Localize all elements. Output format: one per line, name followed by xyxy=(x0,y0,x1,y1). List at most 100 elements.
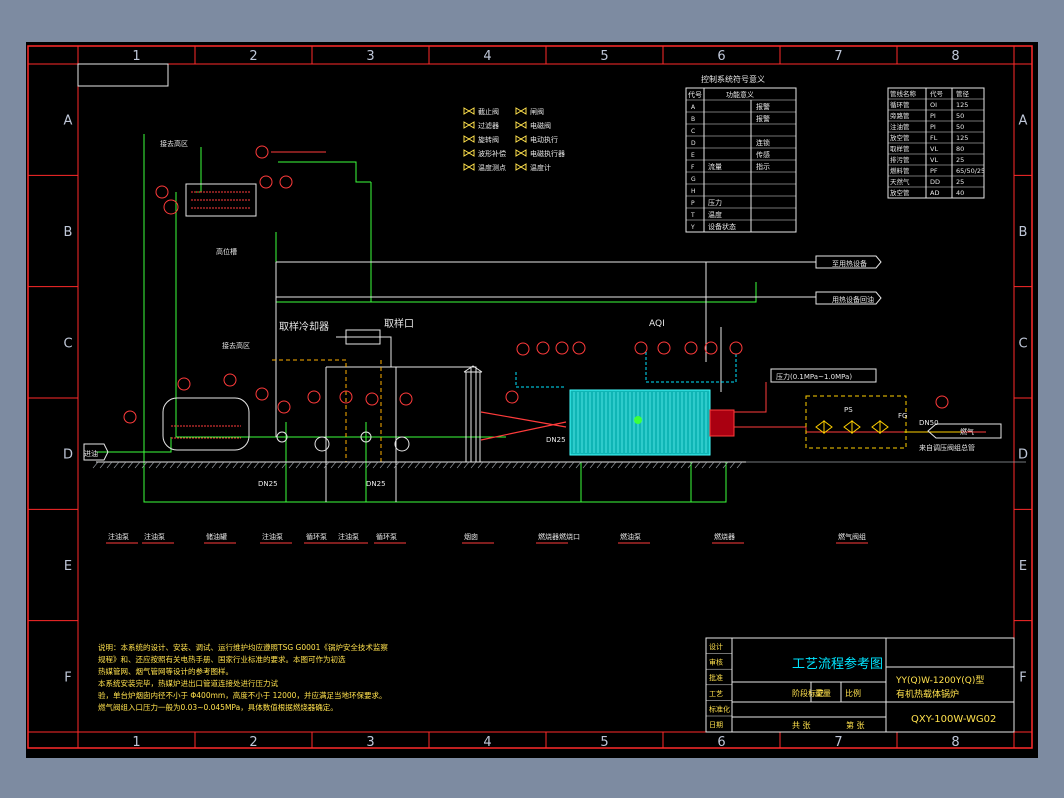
label-dn25-c: DN25 xyxy=(546,436,566,444)
ground-hatch xyxy=(92,461,743,469)
instrument-bubble xyxy=(657,341,671,355)
label-cao-fang-qu-top: 接去高区 xyxy=(160,139,188,148)
pipe-table-cell: 25 xyxy=(956,178,964,186)
note-line: 燃气阀组入口压力一般为0.03~0.045MPa，具体数值根据燃烧器确定。 xyxy=(98,702,338,712)
pipe-table-cell: 25 xyxy=(956,156,964,164)
equipment-caption: 燃烧器 xyxy=(714,532,735,541)
pipe-table-cell: PI xyxy=(930,112,936,120)
notes-block: 说明：本系统的设计、安装、调试、运行维护均应遵照TSG G0001《锅炉安全技术… xyxy=(98,642,388,712)
valve-legend: 截止阀 闸阀过滤器 电磁阀旋转阀 电动执行波形补偿 电磁执行器温度测点 温度计 xyxy=(463,107,565,172)
instrument-bubble xyxy=(536,341,550,355)
note-line: 本系统安装完毕，热媒炉进出口管道连接处进行压力试 xyxy=(98,678,278,688)
equipment-caption: 燃气阀组 xyxy=(838,532,866,541)
valve-legend-label: 电磁执行器 xyxy=(530,149,565,158)
control-table-code: A xyxy=(691,104,696,111)
instrument-bubble xyxy=(505,390,519,404)
equipment-caption: 注油泵 xyxy=(338,532,359,541)
pipe-table-cell: VL xyxy=(930,145,938,153)
valve-legend-label: 波形补偿 xyxy=(478,149,506,158)
control-symbol-table: 控制系统符号意义代号 功能意义 A 报警 B 报警 CD 连锁 E 传感 F 流量 指示 GHP 压力 T 温度… xyxy=(685,74,797,233)
control-table-func: 传感 xyxy=(756,150,770,159)
pipe-table-cell: 65/50/25 xyxy=(956,167,985,175)
control-table-code: T xyxy=(690,212,695,219)
grid-col-bottom: 7 xyxy=(834,735,842,750)
label-gas-inlet: 燃气 xyxy=(960,427,974,436)
title-block-label: 工艺 xyxy=(709,690,723,698)
grid-col-top: 4 xyxy=(483,49,491,64)
pipe-table-cell: 旁路管 xyxy=(890,111,910,120)
control-table-func: 报警 xyxy=(756,114,770,123)
label-user-return: 用热设备回油 xyxy=(832,295,874,304)
valve-legend-label: 温度计 xyxy=(530,163,551,172)
equipment xyxy=(92,183,961,469)
control-table-var: 压力 xyxy=(708,198,722,207)
equipment-caption: 注油泵 xyxy=(144,532,165,541)
title-block: 设计审核批准工艺标准化日期 工艺流程参考图 YY(Q)W-1200Y(Q)型 有… xyxy=(705,637,1015,733)
label-oil-inlet: 进油 xyxy=(84,449,98,458)
grid-row-right: F xyxy=(1019,670,1026,685)
grid-row-left: E xyxy=(64,559,72,574)
control-table-func: 连锁 xyxy=(756,138,770,147)
title-block-label: 批准 xyxy=(709,673,723,682)
control-table-code: F xyxy=(691,164,695,171)
valve-symbol-icon xyxy=(515,149,527,157)
note-line: 说明：本系统的设计、安装、调试、运行维护均应遵照TSG G0001《锅炉安全技术… xyxy=(98,642,388,652)
instrument-bubble xyxy=(399,392,413,406)
pipe-table-cell: VL xyxy=(930,156,938,164)
pipe-table-cell: FL xyxy=(930,134,938,142)
flow-arrows xyxy=(83,255,1002,461)
grid-row-right: B xyxy=(1019,225,1028,240)
equipment-caption: 注油泵 xyxy=(262,532,283,541)
control-table-code: G xyxy=(691,176,696,183)
equipment-caption: 注油泵 xyxy=(108,532,129,541)
instrument-bubble xyxy=(572,341,586,355)
grid-row-left: F xyxy=(64,670,71,685)
title-block-label: 日期 xyxy=(709,721,723,729)
scale-label: 比例 xyxy=(845,688,861,698)
valve-legend-label: 电磁阀 xyxy=(530,121,551,130)
control-table-var: 设备状态 xyxy=(708,222,736,231)
instrument-bubble xyxy=(123,410,137,424)
label-expansion-tank: 高位槽 xyxy=(216,247,237,256)
grid-row-left: A xyxy=(64,114,73,129)
label-gas-source: 来自调压阀组总管 xyxy=(919,443,975,452)
instrument-bubble xyxy=(365,392,379,406)
pipe-table-cell: 50 xyxy=(956,123,964,131)
pipe-network xyxy=(96,134,1026,503)
pipe-table-cell: 50 xyxy=(956,112,964,120)
grid-row-right: E xyxy=(1019,559,1027,574)
title-block-label: 审核 xyxy=(709,658,723,667)
note-line: 热媒管网、烟气管网等设计的参考图样。 xyxy=(98,666,233,676)
pipe-table-cell: 放空管 xyxy=(890,133,910,142)
pipe-table-cell: 40 xyxy=(956,189,964,197)
label-sample-cooler: 取样冷却器 xyxy=(279,320,329,333)
pipe-table-cell: 80 xyxy=(956,145,964,153)
grid-col-top: 7 xyxy=(834,49,842,64)
grid-col-top: 3 xyxy=(366,49,374,64)
gas-valve-group-box xyxy=(805,395,907,449)
title-block-label: 设计 xyxy=(709,642,723,651)
instrument-bubble xyxy=(634,341,648,355)
instrument-bubble xyxy=(255,387,269,401)
note-line: 规程》和、还应按照有关电热手册、国家行业标准的要求。本图可作为初选 xyxy=(98,654,346,664)
grid-row-right: C xyxy=(1018,336,1027,351)
model-line-2: 有机热载体锅炉 xyxy=(896,688,959,700)
instrument-bubble xyxy=(277,400,291,414)
control-table-code: Y xyxy=(690,224,695,231)
pipe-spec-table: 管线名称 代号 管径循环管 OI 125 旁路管 PI 50 注油管 PI 50 放空管 FL 125 取样… xyxy=(887,87,985,199)
pipe-table-cell: 125 xyxy=(956,101,968,109)
control-table-code: H xyxy=(691,188,696,195)
control-table-func: 报警 xyxy=(756,102,770,111)
instrument-bubble xyxy=(255,145,269,159)
title-block-left-labels: 设计审核批准工艺标准化日期 xyxy=(706,637,732,729)
instrument-bubble xyxy=(177,377,191,391)
equipment-caption: 储油罐 xyxy=(206,532,227,541)
chimney xyxy=(465,371,481,463)
control-table-header: 功能意义 xyxy=(726,90,754,99)
pipe-table-header: 管线名称 xyxy=(890,89,917,98)
pipe-table-cell: 放空管 xyxy=(890,188,910,197)
grid-col-top: 2 xyxy=(249,49,257,64)
control-table-var: 流量 xyxy=(708,162,722,171)
drawing-number: QXY-100W-WG02 xyxy=(911,714,996,725)
control-table-code: D xyxy=(691,140,696,147)
